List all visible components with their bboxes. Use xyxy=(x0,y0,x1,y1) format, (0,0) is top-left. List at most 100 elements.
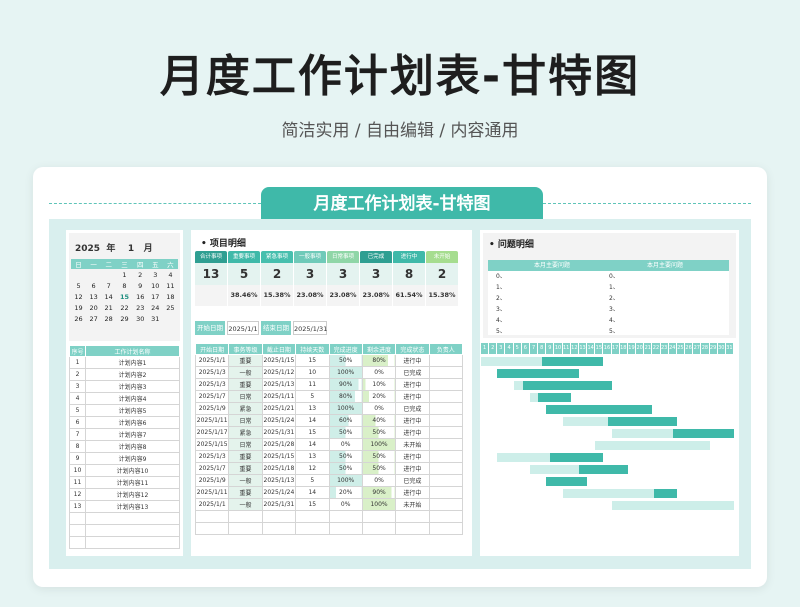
table-cell[interactable] xyxy=(428,426,464,439)
table-cell[interactable]: 50% xyxy=(361,426,397,439)
issue-item[interactable]: 0、 xyxy=(488,271,616,282)
table-cell[interactable]: 14 xyxy=(295,414,330,427)
table-cell[interactable]: 重要 xyxy=(228,486,263,499)
table-cell[interactable]: 进行中 xyxy=(395,450,430,463)
table-cell[interactable] xyxy=(295,522,330,535)
calendar-day[interactable]: 12 xyxy=(71,291,86,302)
calendar-day[interactable]: 9 xyxy=(133,280,148,291)
calendar-day[interactable]: 14 xyxy=(101,291,116,302)
calendar-day[interactable]: 23 xyxy=(133,302,148,313)
table-cell[interactable]: 计划内容2 xyxy=(85,368,180,381)
table-cell[interactable]: 7 xyxy=(69,428,86,441)
table-cell[interactable]: 14 xyxy=(295,438,330,451)
table-cell[interactable]: 2025/1/11 xyxy=(194,486,230,499)
table-cell[interactable] xyxy=(395,510,430,523)
calendar-day[interactable]: 5 xyxy=(71,280,86,291)
table-cell[interactable]: 日常 xyxy=(228,438,263,451)
table-cell[interactable]: 13 xyxy=(69,500,86,513)
issue-item[interactable]: 1、 xyxy=(488,282,616,293)
table-cell[interactable]: 9 xyxy=(69,452,86,465)
table-cell[interactable]: 进行中 xyxy=(395,486,430,499)
calendar-day[interactable]: 27 xyxy=(86,313,101,324)
calendar-day[interactable]: 20 xyxy=(86,302,101,313)
table-cell[interactable]: 进行中 xyxy=(395,426,430,439)
table-cell[interactable]: 15 xyxy=(295,354,330,367)
table-cell[interactable]: 紧急 xyxy=(228,402,263,415)
table-cell[interactable]: 2025/1/7 xyxy=(194,462,230,475)
table-cell[interactable] xyxy=(428,522,464,535)
table-cell[interactable] xyxy=(228,522,263,535)
table-cell[interactable]: 计划内容1 xyxy=(85,356,180,369)
table-cell[interactable] xyxy=(428,450,464,463)
table-cell[interactable]: 计划内容7 xyxy=(85,428,180,441)
calendar-day[interactable]: 25 xyxy=(163,302,178,313)
table-cell[interactable]: 计划内容5 xyxy=(85,404,180,417)
table-cell[interactable]: 2025/1/31 xyxy=(261,498,297,511)
table-cell[interactable] xyxy=(428,354,464,367)
table-cell[interactable]: 12 xyxy=(69,488,86,501)
table-cell[interactable] xyxy=(85,524,180,537)
table-cell[interactable]: 进行中 xyxy=(395,378,430,391)
issue-item[interactable]: 3、 xyxy=(601,304,729,315)
table-cell[interactable]: 5 xyxy=(69,404,86,417)
table-cell[interactable]: 11 xyxy=(295,378,330,391)
calendar-day[interactable]: 31 xyxy=(148,313,163,324)
table-cell[interactable]: 计划内容8 xyxy=(85,440,180,453)
table-cell[interactable] xyxy=(228,510,263,523)
table-cell[interactable]: 2025/1/28 xyxy=(261,438,297,451)
table-cell[interactable] xyxy=(428,378,464,391)
table-cell[interactable] xyxy=(194,522,230,535)
table-cell[interactable]: 紧急 xyxy=(228,426,263,439)
table-cell[interactable]: 进行中 xyxy=(395,390,430,403)
table-cell[interactable]: 90% xyxy=(328,378,363,391)
table-cell[interactable]: 2025/1/3 xyxy=(194,450,230,463)
table-cell[interactable] xyxy=(428,366,464,379)
calendar-day[interactable]: 28 xyxy=(101,313,116,324)
calendar-day[interactable]: 11 xyxy=(163,280,178,291)
table-cell[interactable]: 计划内容3 xyxy=(85,380,180,393)
table-cell[interactable]: 1 xyxy=(69,356,86,369)
calendar-day[interactable]: 30 xyxy=(133,313,148,324)
calendar-day[interactable]: 21 xyxy=(101,302,116,313)
table-cell[interactable]: 4 xyxy=(69,392,86,405)
table-cell[interactable] xyxy=(428,498,464,511)
calendar-day[interactable] xyxy=(101,269,116,280)
table-cell[interactable]: 2025/1/13 xyxy=(261,378,297,391)
calendar-day[interactable]: 19 xyxy=(71,302,86,313)
table-cell[interactable] xyxy=(428,438,464,451)
table-cell[interactable] xyxy=(261,522,297,535)
start-date-field[interactable]: 2025/1/1 xyxy=(227,321,259,335)
table-cell[interactable]: 15 xyxy=(295,426,330,439)
table-cell[interactable] xyxy=(428,390,464,403)
issue-item[interactable]: 2、 xyxy=(488,293,616,304)
table-cell[interactable]: 2025/1/21 xyxy=(261,402,297,415)
calendar-day[interactable] xyxy=(163,313,178,324)
table-cell[interactable]: 0% xyxy=(361,366,397,379)
table-cell[interactable]: 重要 xyxy=(228,354,263,367)
table-cell[interactable]: 0% xyxy=(328,498,363,511)
table-cell[interactable]: 2025/1/11 xyxy=(261,390,297,403)
calendar-day[interactable]: 4 xyxy=(163,269,178,280)
table-cell[interactable]: 10 xyxy=(295,366,330,379)
table-cell[interactable] xyxy=(428,510,464,523)
calendar-day[interactable]: 1 xyxy=(116,269,132,280)
table-cell[interactable]: 2 xyxy=(69,368,86,381)
end-date-field[interactable]: 2025/1/31 xyxy=(293,321,327,335)
table-cell[interactable] xyxy=(428,414,464,427)
calendar-day[interactable]: 10 xyxy=(148,280,163,291)
table-cell[interactable] xyxy=(361,522,397,535)
table-cell[interactable]: 已完成 xyxy=(395,474,430,487)
table-cell[interactable]: 未开始 xyxy=(395,438,430,451)
table-cell[interactable]: 10% xyxy=(361,378,397,391)
table-cell[interactable]: 0% xyxy=(328,438,363,451)
table-cell[interactable]: 2025/1/15 xyxy=(261,450,297,463)
table-cell[interactable]: 一般 xyxy=(228,498,263,511)
table-cell[interactable]: 2025/1/9 xyxy=(194,474,230,487)
table-cell[interactable]: 2025/1/18 xyxy=(261,462,297,475)
issue-item[interactable]: 3、 xyxy=(488,304,616,315)
table-cell[interactable]: 计划内容9 xyxy=(85,452,180,465)
table-cell[interactable] xyxy=(69,512,86,525)
table-cell[interactable] xyxy=(428,462,464,475)
table-cell[interactable] xyxy=(295,510,330,523)
calendar-day[interactable]: 2 xyxy=(133,269,148,280)
